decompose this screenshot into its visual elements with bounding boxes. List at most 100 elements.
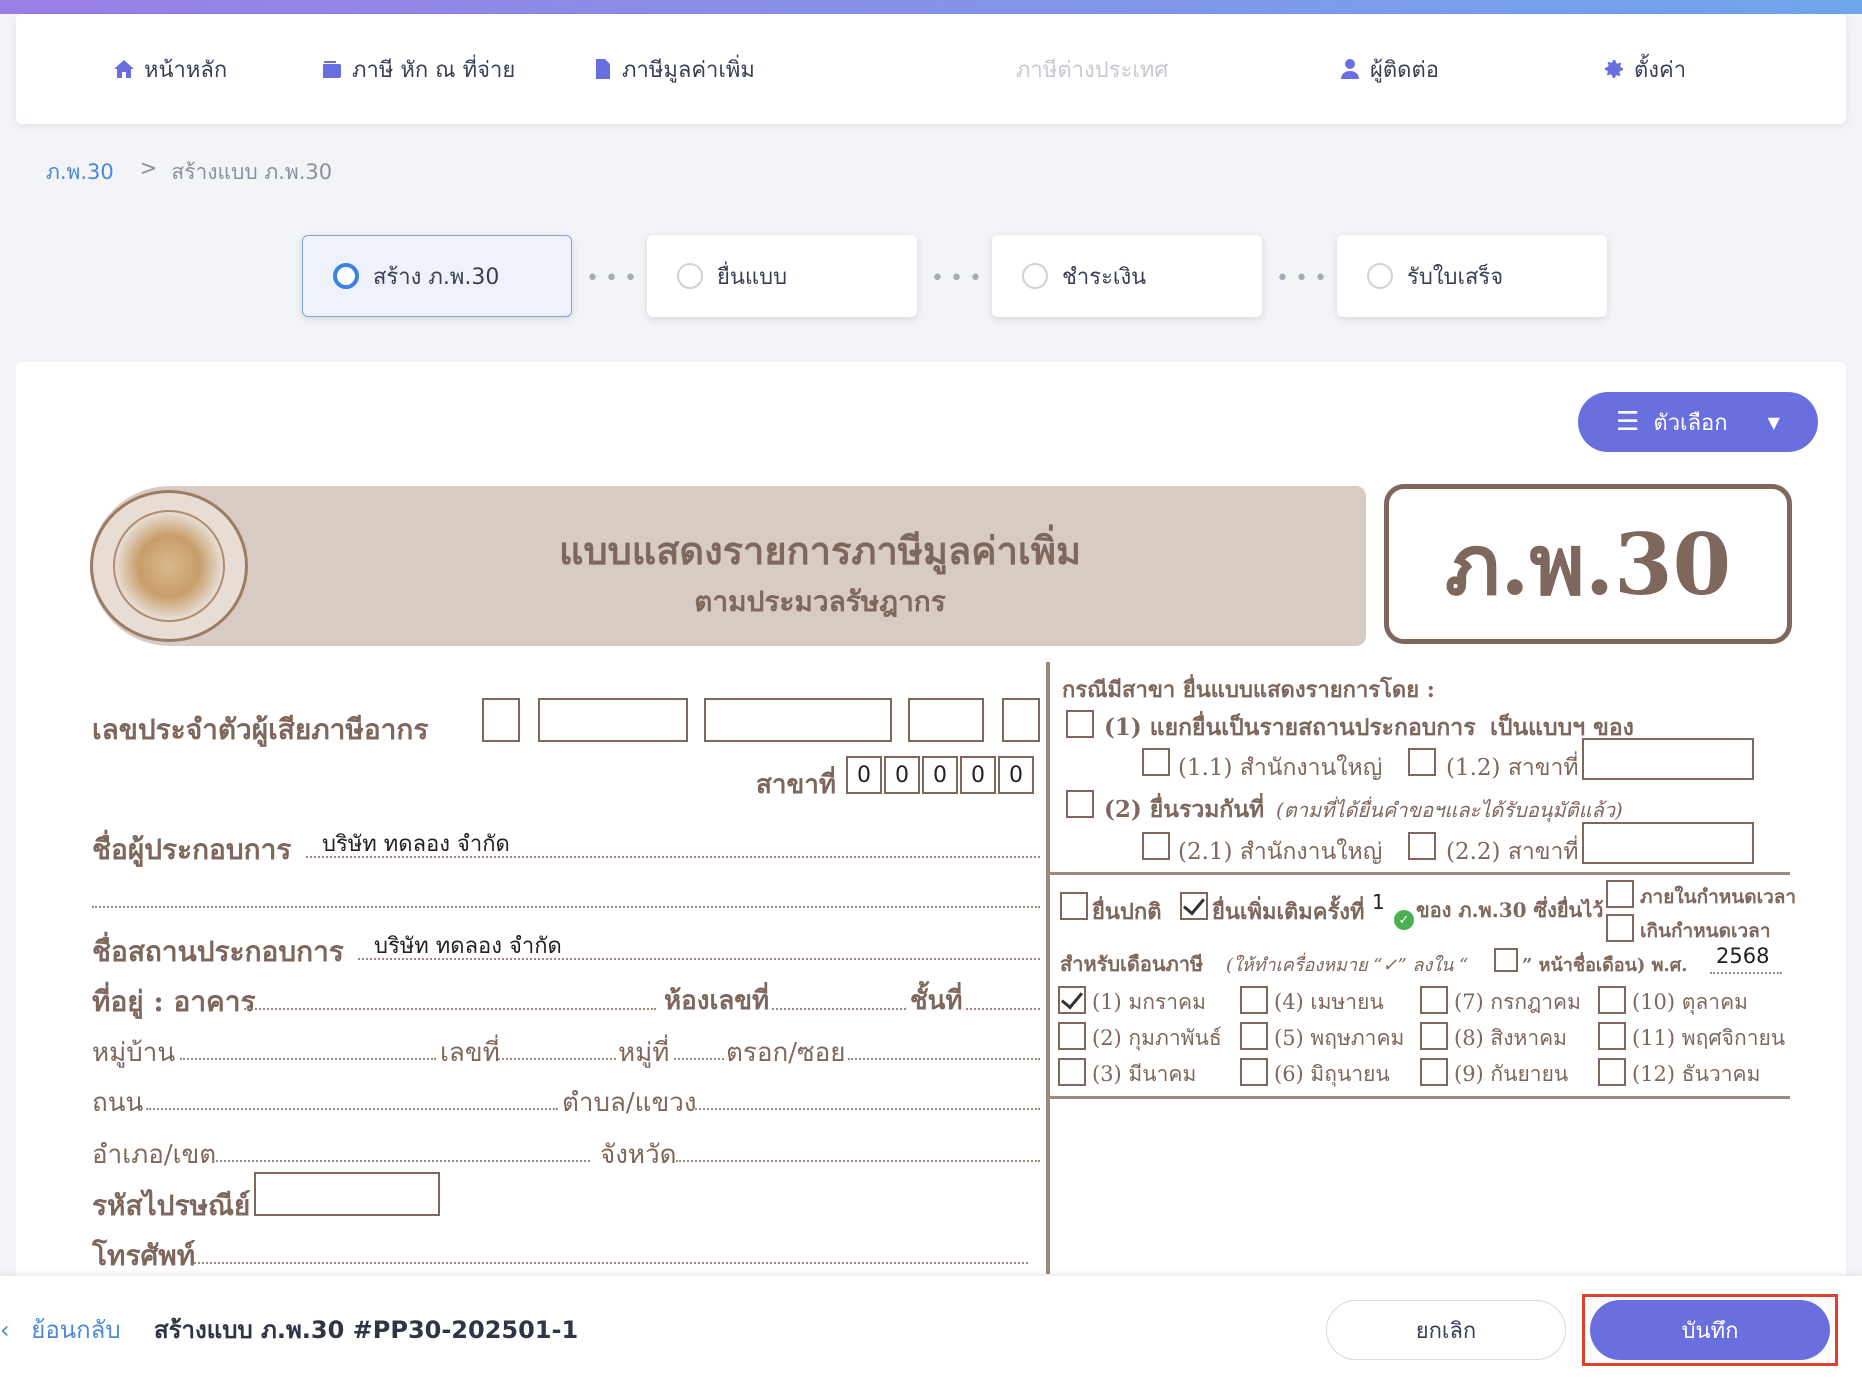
- floor-label: ชั้นที่: [910, 986, 963, 1016]
- form-title: แบบแสดงรายการภาษีมูลค่าเพิ่ม: [558, 528, 1082, 573]
- of-pp30-label: ของ ภ.พ.30 ซึ่งยื่นไว้: [1416, 898, 1604, 922]
- opt11-checkbox[interactable]: [1142, 748, 1170, 776]
- nav-item-home[interactable]: หน้าหลัก: [112, 14, 227, 124]
- step-submit[interactable]: ยื่นแบบ: [647, 235, 917, 317]
- opt21-label: (2.1) สำนักงานใหญ่: [1178, 839, 1383, 865]
- opt12-label: (1.2) สาขาที่: [1446, 755, 1579, 781]
- month-checkbox-may[interactable]: [1240, 1022, 1268, 1050]
- address-line: [674, 1058, 724, 1060]
- branch-digit[interactable]: 0: [960, 756, 996, 794]
- nav-item-label: ผู้ติดต่อ: [1370, 57, 1439, 83]
- top-gradient-bar: [0, 0, 1862, 14]
- month-label: (8) สิงหาคม: [1454, 1026, 1568, 1050]
- establishment-name-label: ชื่อสถานประกอบการ: [92, 935, 344, 968]
- month-checkbox-dec[interactable]: [1598, 1058, 1626, 1086]
- opt1-checkbox[interactable]: [1066, 710, 1094, 738]
- options-dropdown-button[interactable]: ☰ ตัวเลือก ▼: [1578, 392, 1818, 452]
- opt11-label: (1.1) สำนักงานใหญ่: [1178, 755, 1383, 781]
- address-building-label: ที่อยู่ : อาคาร: [92, 985, 256, 1018]
- operator-name-label: ชื่อผู้ประกอบการ: [92, 833, 292, 866]
- month-checkbox-aug[interactable]: [1420, 1022, 1448, 1050]
- month-label: (4) เมษายน: [1274, 990, 1384, 1014]
- month-label: (1) มกราคม: [1092, 990, 1206, 1014]
- tax-id-box[interactable]: [538, 698, 688, 742]
- opt21-checkbox[interactable]: [1142, 832, 1170, 860]
- establishment-name-line: [358, 958, 1040, 960]
- operator-name-line: [306, 856, 1040, 858]
- month-checkbox-mar[interactable]: [1058, 1058, 1086, 1086]
- room-number-label: ห้องเลขที่: [664, 986, 770, 1016]
- tax-id-box[interactable]: [908, 698, 984, 742]
- tax-year-line: [1710, 972, 1782, 974]
- nav-item-contacts[interactable]: ผู้ติดต่อ: [1338, 14, 1439, 124]
- step-connector: •••: [1276, 266, 1333, 291]
- operator-name-line-2: [92, 906, 1040, 908]
- save-button[interactable]: บันทึก: [1590, 1300, 1830, 1360]
- month-label: (5) พฤษภาคม: [1274, 1026, 1405, 1050]
- branch-digit[interactable]: 0: [998, 756, 1034, 794]
- menu-icon: ☰: [1616, 407, 1640, 437]
- province-label: จังหวัด: [600, 1140, 677, 1170]
- step-label: รับใบเสร็จ: [1407, 264, 1504, 290]
- step-receipt[interactable]: รับใบเสร็จ: [1337, 235, 1607, 317]
- opt2-note: (ตามที่ได้ยื่นคำขอฯและได้รับอนุมัติแล้ว): [1276, 798, 1623, 822]
- additional-filing-count[interactable]: 1: [1372, 890, 1385, 914]
- step-connector: •••: [586, 266, 643, 291]
- opt22-checkbox[interactable]: [1408, 832, 1436, 860]
- branch-digit[interactable]: 0: [884, 756, 920, 794]
- step-label: ชำระเงิน: [1062, 264, 1147, 290]
- month-checkbox-oct[interactable]: [1598, 986, 1626, 1014]
- address-line: [212, 1160, 590, 1162]
- normal-filing-checkbox[interactable]: [1060, 892, 1088, 920]
- step-radio-icon: [1367, 263, 1393, 289]
- moo-label: หมู่ที่: [618, 1038, 670, 1068]
- month-checkbox-jul[interactable]: [1420, 986, 1448, 1014]
- form-code: ภ.พ.30: [1384, 484, 1792, 644]
- cancel-button[interactable]: ยกเลิก: [1326, 1300, 1566, 1360]
- branch-digit[interactable]: 0: [922, 756, 958, 794]
- village-label: หมู่บ้าน: [92, 1038, 176, 1068]
- within-deadline-label: ภายในกำหนดเวลา: [1640, 886, 1797, 908]
- within-deadline-checkbox[interactable]: [1606, 880, 1634, 908]
- step-create[interactable]: สร้าง ภ.พ.30: [302, 235, 572, 317]
- opt2-label: (2) ยื่นรวมกันที่: [1104, 796, 1265, 823]
- month-checkbox-nov[interactable]: [1598, 1022, 1626, 1050]
- back-button[interactable]: ‹ ย้อนกลับ: [0, 1310, 121, 1349]
- opt12-branch-box[interactable]: [1582, 738, 1754, 780]
- month-checkbox-jan[interactable]: [1058, 986, 1086, 1014]
- month-label: (10) ตุลาคม: [1632, 990, 1748, 1014]
- step-radio-icon: [1022, 263, 1048, 289]
- month-label: (2) กุมภาพันธ์: [1092, 1026, 1222, 1050]
- over-deadline-checkbox[interactable]: [1606, 914, 1634, 942]
- phone-line: [194, 1262, 1028, 1264]
- document-icon: [596, 59, 610, 79]
- additional-filing-checkbox[interactable]: [1180, 892, 1208, 920]
- month-label: (6) มิถุนายน: [1274, 1062, 1390, 1086]
- tax-id-box[interactable]: [1002, 698, 1040, 742]
- tax-id-box[interactable]: [482, 698, 520, 742]
- nav-item-withholding-tax[interactable]: ภาษี หัก ณ ที่จ่าย: [320, 14, 515, 124]
- step-payment[interactable]: ชำระเงิน: [992, 235, 1262, 317]
- tax-id-box[interactable]: [704, 698, 892, 742]
- postal-code-box[interactable]: [254, 1172, 440, 1216]
- tax-month-note-end: ” หน้าชื่อเดือน) พ.ศ.: [1522, 955, 1688, 976]
- nav-item-label: หน้าหลัก: [144, 57, 228, 83]
- additional-filing-label: ยื่นเพิ่มเติมครั้งที่: [1212, 899, 1365, 925]
- tax-year-value[interactable]: 2568: [1716, 944, 1769, 968]
- opt12-checkbox[interactable]: [1408, 748, 1436, 776]
- nav-item-vat[interactable]: ภาษีมูลค่าเพิ่ม: [590, 14, 755, 124]
- step-radio-icon: [333, 263, 359, 289]
- document-title: สร้างแบบ ภ.พ.30 #PP30-202501-1: [154, 1316, 579, 1344]
- tax-id-label: เลขประจำตัวผู้เสียภาษีอากร: [92, 713, 429, 746]
- opt1-label: (1) แยกยื่นเป็นรายสถานประกอบการ: [1104, 714, 1476, 741]
- branch-digit[interactable]: 0: [846, 756, 882, 794]
- month-checkbox-feb[interactable]: [1058, 1022, 1086, 1050]
- month-checkbox-apr[interactable]: [1240, 986, 1268, 1014]
- month-checkbox-sep[interactable]: [1420, 1058, 1448, 1086]
- nav-item-settings[interactable]: ตั้งค่า: [1602, 14, 1686, 124]
- opt22-branch-box[interactable]: [1582, 822, 1754, 864]
- opt2-checkbox[interactable]: [1066, 790, 1094, 818]
- breadcrumb-root-link[interactable]: ภ.พ.30: [46, 156, 114, 189]
- tax-month-note: (ให้ทำเครื่องหมาย “✓” ลงใน “: [1226, 955, 1469, 976]
- month-checkbox-jun[interactable]: [1240, 1058, 1268, 1086]
